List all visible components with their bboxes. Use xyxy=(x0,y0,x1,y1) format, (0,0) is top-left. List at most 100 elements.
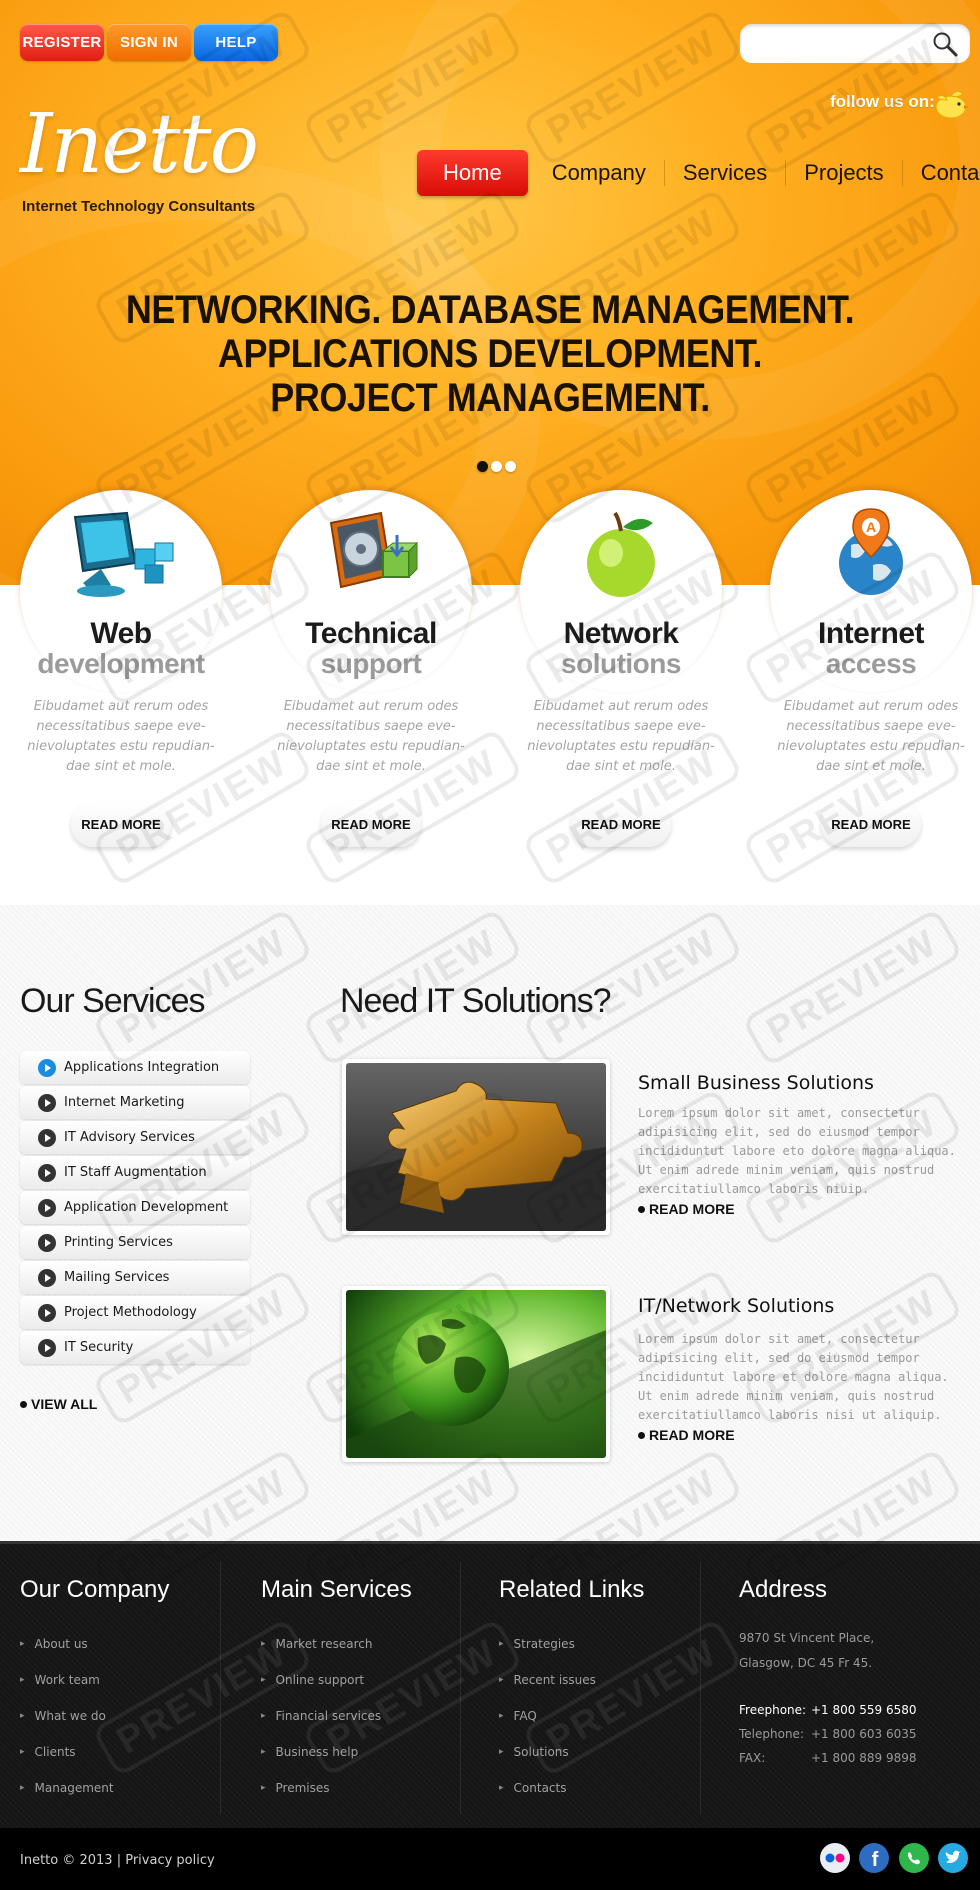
flickr-icon[interactable] xyxy=(820,1843,850,1873)
read-more-button[interactable]: READ MORE xyxy=(571,801,671,847)
service-item[interactable]: IT Advisory Services xyxy=(20,1121,250,1154)
footer-link[interactable]: Solutions xyxy=(499,1734,644,1770)
view-all-link[interactable]: VIEW ALL xyxy=(20,1396,97,1412)
svg-text:f: f xyxy=(872,1849,879,1871)
freephone-row: Freephone: +1 800 559 6580 xyxy=(739,1698,916,1722)
nav-contacts[interactable]: Contacts xyxy=(903,150,980,196)
footer-link[interactable]: Recent issues xyxy=(499,1662,644,1698)
facebook-icon[interactable]: f xyxy=(859,1843,889,1873)
footer-link[interactable]: Strategies xyxy=(499,1626,644,1662)
view-all-label: VIEW ALL xyxy=(31,1396,98,1412)
service-item[interactable]: Internet Marketing xyxy=(20,1086,250,1119)
footer-link[interactable]: Premises xyxy=(261,1770,412,1806)
search-icon[interactable] xyxy=(932,31,958,57)
footer-link[interactable]: Management xyxy=(20,1770,169,1806)
puzzle-picture xyxy=(346,1063,606,1231)
read-more-button[interactable]: READ MORE xyxy=(321,801,421,847)
feature-title: Web xyxy=(90,617,152,650)
globe-image[interactable] xyxy=(342,1286,610,1462)
nav-projects[interactable]: Projects xyxy=(786,150,901,196)
footer-main-services: Main Services Market research Online sup… xyxy=(261,1576,412,1806)
feature-subtitle: support xyxy=(320,648,422,679)
slider-dot-2[interactable] xyxy=(491,461,502,472)
read-more-button[interactable]: READ MORE xyxy=(71,801,171,847)
feature-text: Eibudamet aut rerum odes necessitatibus … xyxy=(777,699,965,774)
feature-network-solutions: Network solutions Eibudamet aut rerum od… xyxy=(501,505,741,847)
slider-dot-3[interactable] xyxy=(505,461,516,472)
bullet-icon xyxy=(638,1431,645,1439)
footer-link[interactable]: Financial services xyxy=(261,1698,412,1734)
footer-title: Address xyxy=(739,1576,828,1603)
puzzle-image[interactable] xyxy=(342,1059,610,1235)
service-label: Project Methodology xyxy=(64,1305,197,1320)
slider-pager xyxy=(477,461,516,472)
search-box xyxy=(740,24,970,63)
service-item[interactable]: Project Methodology xyxy=(20,1296,250,1329)
service-item[interactable]: Application Development xyxy=(20,1191,250,1224)
service-item[interactable]: Applications Integration xyxy=(20,1051,250,1084)
service-label: IT Security xyxy=(64,1340,134,1355)
service-item[interactable]: IT Staff Augmentation xyxy=(20,1156,250,1189)
footer-address: Address 9870 St Vincent Place, Glasgow, … xyxy=(739,1576,916,1770)
footer-link[interactable]: About us xyxy=(20,1626,169,1662)
service-label: Mailing Services xyxy=(64,1270,170,1285)
footer-link[interactable]: Business help xyxy=(261,1734,412,1770)
twitter-icon[interactable] xyxy=(938,1843,968,1873)
hero-headline: NETWORKING. DATABASE MANAGEMENT. APPLICA… xyxy=(0,288,980,420)
read-more-button[interactable]: READ MORE xyxy=(821,801,921,847)
footer-link[interactable]: FAQ xyxy=(499,1698,644,1734)
footer-link[interactable]: Market research xyxy=(261,1626,412,1662)
footer-link[interactable]: What we do xyxy=(20,1698,169,1734)
footer-link[interactable]: Contacts xyxy=(499,1770,644,1806)
phone-value: +1 800 559 6580 xyxy=(811,1703,917,1717)
computer-icon xyxy=(73,511,174,597)
play-icon xyxy=(38,1198,56,1217)
footer-divider xyxy=(220,1562,221,1814)
bird-icon[interactable] xyxy=(929,88,969,120)
apple-icon xyxy=(587,511,655,597)
feature-title: Internet xyxy=(817,617,925,650)
help-button[interactable]: HELP xyxy=(194,24,278,61)
play-icon xyxy=(38,1338,56,1357)
read-more-label: READ MORE xyxy=(649,1201,735,1217)
footer-title: Related Links xyxy=(499,1576,645,1603)
solution-title: Small Business Solutions xyxy=(638,1072,874,1094)
service-label: Internet Marketing xyxy=(64,1095,185,1110)
fax-row: FAX: +1 800 889 9898 xyxy=(739,1746,916,1770)
phone-label: Freephone: xyxy=(739,1703,807,1717)
register-button[interactable]: REGISTER xyxy=(20,24,104,61)
main-nav: Home Company Services Projects Contacts xyxy=(417,150,980,196)
feature-technical-support: Technical support Eibudamet aut rerum od… xyxy=(251,505,491,847)
address-street: 9870 St Vincent Place, xyxy=(739,1631,875,1645)
play-icon xyxy=(38,1303,56,1322)
feature-title: Technical xyxy=(305,617,437,650)
skype-icon[interactable] xyxy=(899,1843,929,1873)
service-label: Application Development xyxy=(64,1200,229,1215)
bullet-icon xyxy=(20,1400,27,1408)
footer-link[interactable]: Work team xyxy=(20,1662,169,1698)
service-item[interactable]: Printing Services xyxy=(20,1226,250,1259)
footer-link[interactable]: Online support xyxy=(261,1662,412,1698)
slider-dot-1[interactable] xyxy=(477,461,488,472)
nav-services[interactable]: Services xyxy=(665,150,785,196)
hero-line: PROJECT MANAGEMENT. xyxy=(270,376,710,420)
service-label: IT Staff Augmentation xyxy=(64,1165,207,1180)
read-more-link[interactable]: READ MORE xyxy=(638,1201,735,1217)
service-item[interactable]: Mailing Services xyxy=(20,1261,250,1294)
footer-company: Our Company About us Work team What we d… xyxy=(20,1576,169,1806)
nav-company[interactable]: Company xyxy=(534,150,664,196)
sign-in-button[interactable]: SIGN IN xyxy=(107,24,191,61)
read-more-link[interactable]: READ MORE xyxy=(638,1427,735,1443)
play-icon xyxy=(38,1093,56,1112)
services-title: Our Services xyxy=(20,982,205,1020)
solution-title: IT/Network Solutions xyxy=(638,1295,835,1317)
play-icon xyxy=(38,1128,56,1147)
copyright[interactable]: Inetto © 2013 | Privacy policy xyxy=(20,1853,215,1868)
logo[interactable]: Inetto xyxy=(20,104,259,186)
read-more-label: READ MORE xyxy=(649,1427,735,1443)
feature-subtitle: solutions xyxy=(561,648,681,679)
service-item[interactable]: IT Security xyxy=(20,1331,250,1364)
nav-home[interactable]: Home xyxy=(417,150,528,196)
footer-link[interactable]: Clients xyxy=(20,1734,169,1770)
search-input[interactable] xyxy=(752,32,927,54)
